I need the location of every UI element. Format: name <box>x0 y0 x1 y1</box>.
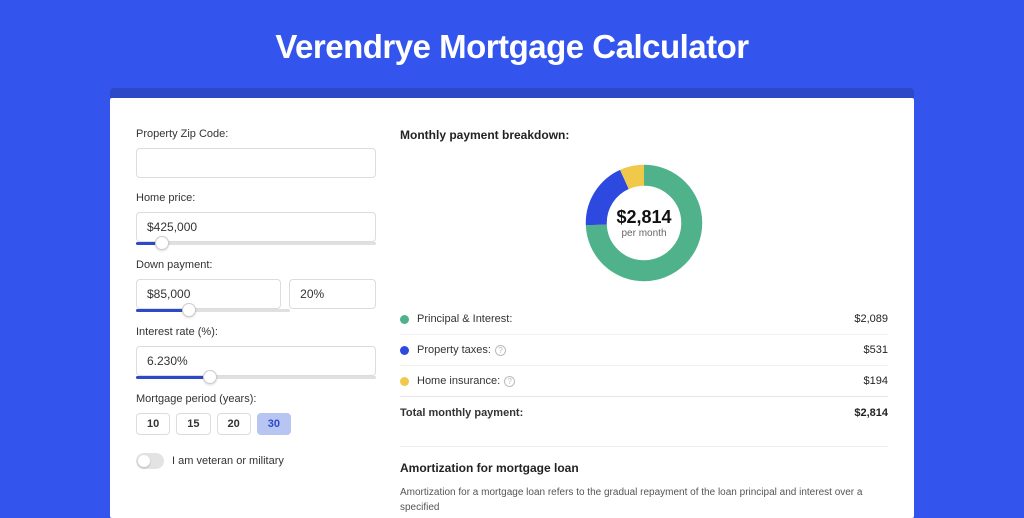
amortization-section: Amortization for mortgage loan Amortizat… <box>400 446 888 515</box>
interest-label: Interest rate (%): <box>136 326 376 338</box>
home-price-slider[interactable] <box>136 242 376 245</box>
period-button-20[interactable]: 20 <box>217 413 251 435</box>
amortization-heading: Amortization for mortgage loan <box>400 461 888 475</box>
period-button-10[interactable]: 10 <box>136 413 170 435</box>
interest-input[interactable] <box>136 346 376 376</box>
legend-row: Principal & Interest:$2,089 <box>400 304 888 334</box>
legend-total-label: Total monthly payment: <box>400 407 854 419</box>
donut-center-amount: $2,814 <box>616 207 671 228</box>
info-icon[interactable]: ? <box>504 376 515 387</box>
donut-chart-wrap: $2,814 per month <box>400 154 888 304</box>
donut-chart: $2,814 per month <box>581 160 707 286</box>
legend-value: $194 <box>864 375 888 387</box>
legend-dot-icon <box>400 346 409 355</box>
period-button-30[interactable]: 30 <box>257 413 291 435</box>
legend-value: $2,089 <box>854 313 888 325</box>
legend-list: Principal & Interest:$2,089Property taxe… <box>400 304 888 428</box>
home-price-input[interactable] <box>136 212 376 242</box>
legend-total-row: Total monthly payment:$2,814 <box>400 396 888 428</box>
interest-slider[interactable] <box>136 376 376 379</box>
period-field-group: Mortgage period (years): 10 15 20 30 <box>136 393 376 435</box>
zip-field-group: Property Zip Code: <box>136 128 376 178</box>
legend-value: $531 <box>864 344 888 356</box>
slider-thumb[interactable] <box>182 303 196 317</box>
veteran-toggle[interactable] <box>136 453 164 469</box>
home-price-label: Home price: <box>136 192 376 204</box>
form-column: Property Zip Code: Home price: Down paym… <box>136 128 376 518</box>
legend-label: Property taxes: ? <box>417 344 864 356</box>
home-price-field-group: Home price: <box>136 192 376 245</box>
donut-center-sub: per month <box>621 228 666 239</box>
slider-thumb[interactable] <box>155 236 169 250</box>
interest-field-group: Interest rate (%): <box>136 326 376 379</box>
veteran-toggle-label: I am veteran or military <box>172 455 284 467</box>
breakdown-column: Monthly payment breakdown: $2,814 per mo… <box>400 128 888 518</box>
legend-label: Principal & Interest: <box>417 313 854 325</box>
page-title: Verendrye Mortgage Calculator <box>0 0 1024 88</box>
zip-label: Property Zip Code: <box>136 128 376 140</box>
legend-dot-icon <box>400 315 409 324</box>
veteran-toggle-row: I am veteran or military <box>136 453 376 469</box>
legend-total-value: $2,814 <box>854 407 888 419</box>
info-icon[interactable]: ? <box>495 345 506 356</box>
slider-thumb[interactable] <box>203 370 217 384</box>
breakdown-heading: Monthly payment breakdown: <box>400 128 888 142</box>
down-payment-slider[interactable] <box>136 309 290 312</box>
down-payment-pct-input[interactable] <box>289 279 376 309</box>
period-label: Mortgage period (years): <box>136 393 376 405</box>
period-button-15[interactable]: 15 <box>176 413 210 435</box>
amortization-text: Amortization for a mortgage loan refers … <box>400 485 888 515</box>
zip-input[interactable] <box>136 148 376 178</box>
down-payment-amount-input[interactable] <box>136 279 281 309</box>
down-payment-label: Down payment: <box>136 259 376 271</box>
legend-label: Home insurance: ? <box>417 375 864 387</box>
calculator-card: Property Zip Code: Home price: Down paym… <box>110 98 914 518</box>
legend-dot-icon <box>400 377 409 386</box>
legend-row: Home insurance: ?$194 <box>400 365 888 396</box>
period-button-row: 10 15 20 30 <box>136 413 376 435</box>
down-payment-field-group: Down payment: <box>136 259 376 312</box>
legend-row: Property taxes: ?$531 <box>400 334 888 365</box>
